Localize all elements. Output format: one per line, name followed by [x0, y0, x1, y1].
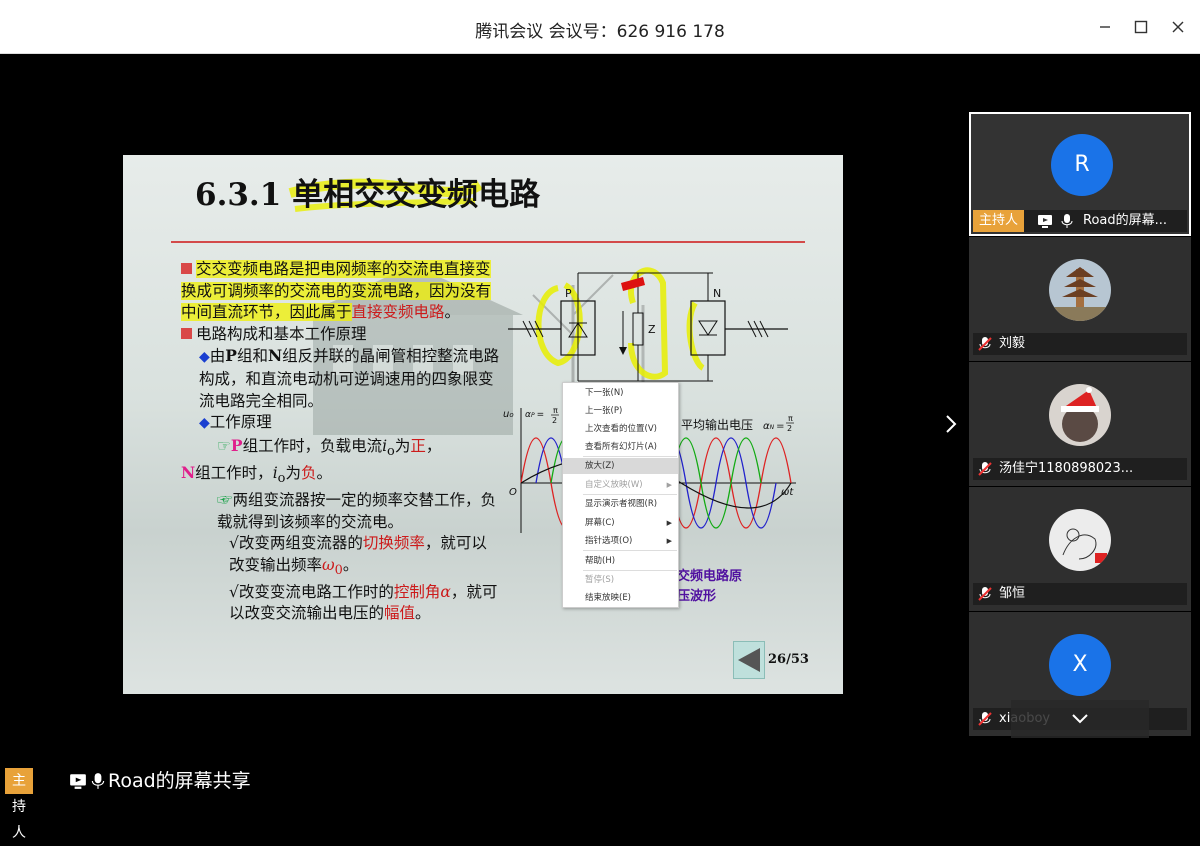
menu-separator: [583, 456, 677, 457]
figure-caption-1: 交频电路原: [677, 569, 743, 584]
share-status-text: Road的屏幕共享: [108, 770, 251, 792]
maximize-icon[interactable]: [1128, 14, 1154, 40]
scroll-down-chevron-icon[interactable]: [1011, 700, 1149, 738]
submenu-arrow-icon: ▶: [666, 519, 672, 527]
svg-text:2: 2: [787, 424, 792, 433]
left-triangle-icon: [738, 648, 760, 672]
svg-text:π: π: [553, 406, 558, 415]
host-badge: 主持人: [973, 210, 1025, 232]
menu-item-previous[interactable]: 上一张(P): [563, 403, 678, 419]
menu-item-zoom[interactable]: 放大(Z): [563, 458, 678, 474]
participant-tile[interactable]: 刘毅: [969, 237, 1191, 361]
menu-separator: [583, 570, 677, 571]
avatar: R: [1051, 134, 1113, 196]
microphone-muted-icon: [978, 587, 992, 601]
previous-slide-button[interactable]: [733, 641, 765, 679]
pagoda-avatar: [1049, 259, 1111, 321]
paragraph-9: √改变变流电路工作时的控制角α，就可以改变交流输出电压的幅值。: [229, 582, 498, 623]
title-divider: [171, 241, 805, 243]
menu-item-help[interactable]: 帮助(H): [563, 553, 678, 569]
participant-namebar: 汤佳宁1180898023...: [973, 458, 1187, 480]
menu-item-presenter-view[interactable]: 显示演示者视图(R): [563, 496, 678, 512]
page-number: 26/53: [768, 652, 809, 667]
paragraph-2: 电路构成和基本工作原理: [181, 324, 501, 346]
svg-text:π: π: [788, 414, 793, 423]
sketch-avatar: [1049, 509, 1111, 571]
participant-namebar: 主持人 Road的屏幕...: [973, 210, 1187, 232]
participant-namebar: 邹恒: [973, 583, 1187, 605]
paragraph-1: 交交变频电路是把电网频率的交流电直接变换成可调频率的交流电的变流电路，因为没有中…: [181, 260, 492, 322]
host-badge: 主持人: [5, 768, 33, 841]
participant-tile[interactable]: 邹恒: [969, 487, 1191, 611]
microphone-icon: [1061, 214, 1073, 228]
svg-text:Z: Z: [648, 323, 656, 336]
menu-item-screen[interactable]: 屏幕(C) ▶: [563, 515, 678, 531]
submenu-arrow-icon: ▶: [666, 537, 672, 545]
microphone-muted-icon: [978, 712, 992, 726]
window-titlebar: 腾讯会议 会议号：626 916 178: [0, 0, 1200, 54]
expand-panel-chevron-icon[interactable]: [944, 413, 958, 441]
slide-body-text: 交交变频电路是把电网频率的交流电直接变换成可调频率的交流电的变流电路，因为没有中…: [181, 259, 501, 625]
bullet-square-icon: [181, 327, 192, 339]
menu-separator: [583, 550, 677, 551]
santa-hat-avatar: [1049, 384, 1111, 446]
participant-list: R 主持人 Road的屏幕... 刘毅 汤佳宁1180898023... 邹恒 …: [969, 112, 1191, 739]
paragraph-4: ◆工作原理: [199, 413, 272, 432]
figure-caption-2: 压波形: [677, 589, 717, 604]
svg-text:N: N: [713, 287, 721, 300]
svg-text:O: O: [509, 487, 517, 498]
slide-title: 6.3.1 单相交交变频电路: [195, 177, 541, 213]
presentation-slide[interactable]: 6.3.1 单相交交变频电路 交交变频电路是把电网频率的交流电直接变换成可调频率…: [123, 155, 843, 694]
participant-tile[interactable]: R 主持人 Road的屏幕...: [969, 112, 1191, 236]
microphone-muted-icon: [978, 337, 992, 351]
svg-text:P: P: [565, 287, 572, 300]
pointing-hand-icon: ☞: [217, 436, 231, 455]
menu-item-pause[interactable]: 暂停(S): [563, 572, 678, 588]
paragraph-3: ◆由P组和N组反并联的晶闸管相控整流电路构成，和直流电动机可逆调速用的四象限变流…: [199, 346, 500, 410]
microphone-icon: [91, 773, 105, 789]
participant-namebar: 刘毅: [973, 333, 1187, 355]
screen-share-icon: [70, 774, 86, 789]
menu-item-pointer-options[interactable]: 指针选项(O) ▶: [563, 533, 678, 549]
slideshow-context-menu[interactable]: 下一张(N) 上一张(P) 上次查看的位置(V) 查看所有幻灯片(A) 放大(Z…: [562, 382, 679, 608]
menu-separator: [583, 494, 677, 495]
svg-text:αP=: αP =: [525, 410, 544, 420]
svg-text:2: 2: [552, 416, 557, 425]
menu-item-see-all[interactable]: 查看所有幻灯片(A): [563, 439, 678, 455]
close-icon[interactable]: [1165, 14, 1191, 40]
paragraph-5: ☞P组工作时，负载电流io为正，: [217, 435, 442, 459]
circuit-diagram: P Z N: [508, 267, 788, 382]
bullet-diamond-icon: ◆: [199, 349, 210, 366]
avatar: X: [1049, 634, 1111, 696]
screen-share-icon: [1038, 215, 1052, 228]
bullet-square-icon: [181, 263, 192, 274]
participant-name: 汤佳宁1180898023...: [999, 461, 1134, 476]
paragraph-7: ☞两组变流器按一定的频率交替工作，负载就得到该频率的交流电。: [217, 491, 497, 531]
submenu-arrow-icon: ▶: [666, 481, 672, 489]
participant-tile[interactable]: 汤佳宁1180898023...: [969, 362, 1191, 486]
menu-item-last-viewed[interactable]: 上次查看的位置(V): [563, 421, 678, 437]
menu-item-next[interactable]: 下一张(N): [563, 385, 678, 401]
menu-item-custom-show[interactable]: 自定义放映(W) ▶: [563, 477, 678, 493]
svg-text:平均输出电压: 平均输出电压: [681, 417, 753, 432]
window-title: 腾讯会议 会议号：626 916 178: [475, 22, 725, 42]
participant-name: 邹恒: [999, 586, 1026, 601]
paragraph-8: √改变两组变流器的切换频率，就可以改变输出频率ω0。: [229, 534, 487, 578]
pointing-hand-icon: ☞: [217, 491, 233, 510]
paragraph-6: N组工作时，io为负。: [181, 463, 332, 487]
bullet-diamond-icon: ◆: [199, 415, 210, 432]
participant-name: 刘毅: [999, 336, 1026, 351]
menu-item-end-show[interactable]: 结束放映(E): [563, 590, 678, 606]
minimize-icon[interactable]: [1092, 14, 1118, 40]
svg-text:αN=: αN =: [763, 421, 784, 432]
microphone-muted-icon: [978, 462, 992, 476]
participant-name: Road的屏幕...: [1083, 213, 1168, 228]
svg-text:uo: uo: [503, 409, 514, 420]
